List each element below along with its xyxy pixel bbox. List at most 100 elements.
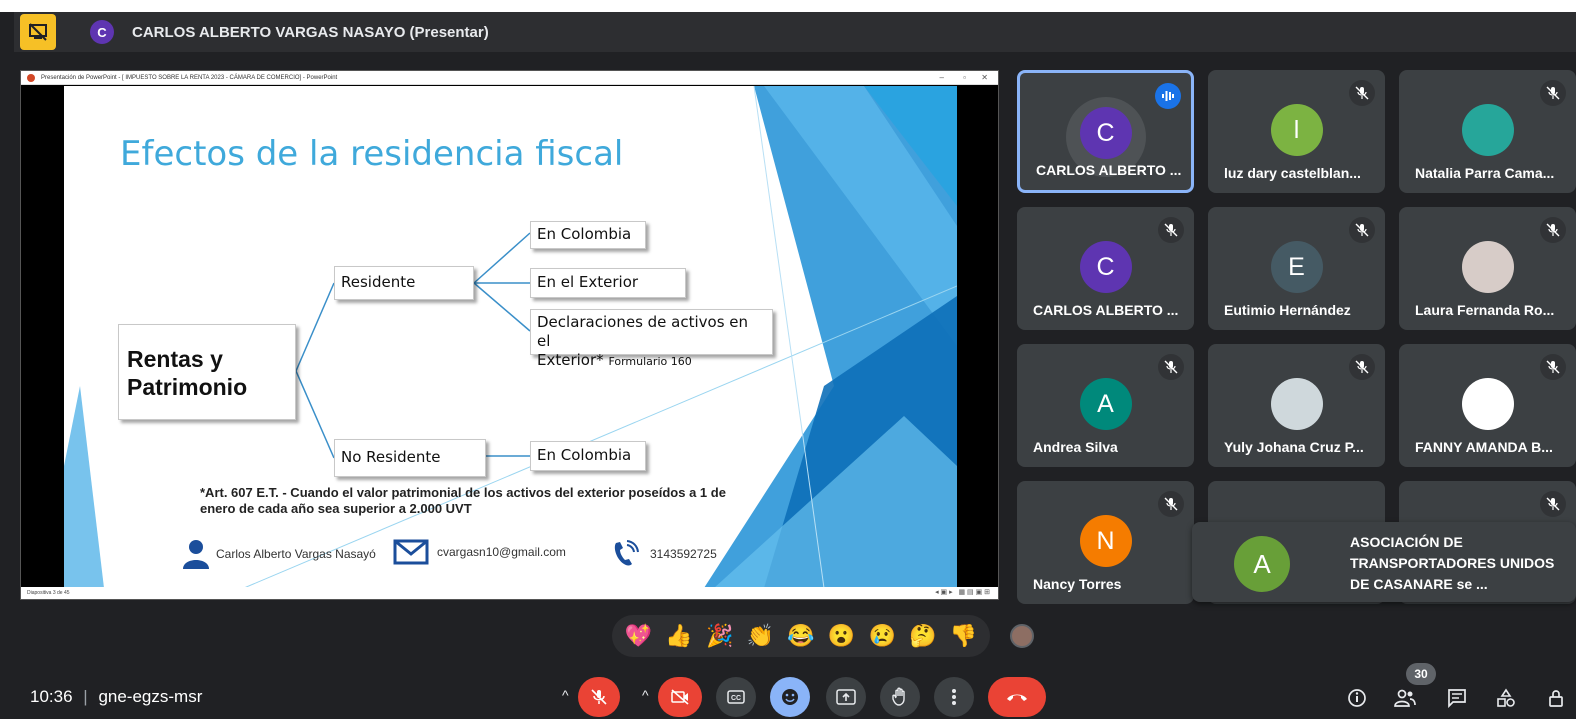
mic-off-icon	[1158, 491, 1184, 517]
avatar: N	[1079, 515, 1132, 567]
emoji-icon	[782, 689, 798, 705]
participant-name: luz dary castelblan...	[1224, 165, 1361, 181]
reaction-emoji[interactable]: 😂	[787, 623, 814, 649]
participant-tile[interactable]: l luz dary castelblan...	[1208, 70, 1385, 193]
reaction-emoji[interactable]: 👍	[665, 623, 692, 649]
stop-presenting-icon[interactable]	[20, 14, 56, 50]
lock-person-icon	[1549, 690, 1563, 707]
meeting-details-button[interactable]	[1344, 685, 1370, 711]
powerpoint-icon	[27, 74, 35, 82]
avatar: C	[1079, 241, 1132, 293]
box-no-residente: No Residente	[334, 439, 486, 477]
participant-tile[interactable]: Natalia Parra Cama...	[1399, 70, 1576, 193]
box-declaraciones-line2: Exterior*	[537, 351, 604, 369]
mic-toggle-button[interactable]	[578, 677, 620, 717]
activities-icon	[1497, 688, 1515, 707]
box-declaraciones-formulario: Formulario 160	[608, 355, 692, 368]
envelope-icon	[393, 539, 429, 565]
box-residente: Residente	[334, 266, 474, 300]
more-vert-icon	[952, 689, 956, 705]
reactions-button[interactable]	[770, 677, 810, 717]
avatar: l	[1270, 104, 1323, 156]
avatar: A	[1079, 378, 1132, 430]
phone-icon	[614, 540, 639, 566]
participant-name: Yuly Johana Cruz P...	[1224, 439, 1364, 455]
participant-tile[interactable]: FANNY AMANDA B...	[1399, 344, 1576, 467]
contact-phone: 3143592725	[610, 539, 717, 569]
captions-button[interactable]: CC	[716, 677, 756, 717]
avatar-photo	[1270, 378, 1323, 430]
meeting-code: gne-egzs-msr	[98, 687, 203, 706]
participant-tile[interactable]: C CARLOS ALBERTO ...	[1017, 70, 1194, 193]
slide-footnote: *Art. 607 E.T. - Cuando el valor patrimo…	[200, 485, 726, 516]
participant-tile[interactable]: A Andrea Silva	[1017, 344, 1194, 467]
video-options-chevron-icon[interactable]: ^	[642, 687, 649, 703]
slide-counter: Diapositiva 3 de 45	[27, 590, 70, 596]
contact-name-text: Carlos Alberto Vargas Nasayó	[216, 547, 376, 561]
slide: Efectos de la residencia fiscal Rentas y…	[64, 86, 957, 588]
people-icon	[1394, 689, 1416, 707]
clock: 10:36	[30, 687, 73, 706]
reaction-emoji[interactable]: 👎	[950, 623, 977, 649]
participant-name: CARLOS ALBERTO ...	[1033, 302, 1179, 318]
avatar-logo	[1461, 378, 1514, 430]
hang-up-icon	[1007, 694, 1027, 701]
host-controls-button[interactable]	[1544, 685, 1570, 711]
raise-hand-button[interactable]	[880, 677, 920, 717]
camera-off-icon	[671, 689, 689, 705]
window-top-strip	[0, 0, 1576, 12]
reaction-emoji[interactable]: 💖	[625, 623, 652, 649]
mic-off-icon	[1540, 354, 1566, 380]
participant-name: Nancy Torres	[1033, 576, 1122, 592]
contact-email-text: cvargasn10@gmail.com	[437, 545, 566, 559]
ppt-status-bar: Diapositiva 3 de 45 ◂ ▣ ▸ ▦ ▤ ▣ ⊞	[21, 587, 998, 599]
notification-text: ASOCIACIÓN DE TRANSPORTADORES UNIDOS DE …	[1350, 534, 1555, 592]
participant-count-badge: 30	[1406, 663, 1436, 685]
box-en-colombia-2: En Colombia	[530, 441, 646, 471]
mic-off-icon	[1540, 491, 1566, 517]
slide-title: Efectos de la residencia fiscal	[120, 134, 624, 174]
hand-icon	[892, 687, 905, 706]
chat-button[interactable]	[1444, 685, 1470, 711]
avatar: C	[1079, 107, 1132, 159]
box-rentas-patrimonio: Rentas y Patrimonio	[118, 324, 296, 420]
reaction-emoji[interactable]: 🤔	[909, 623, 936, 649]
svg-text:CC: CC	[731, 695, 741, 702]
mic-off-icon	[591, 689, 607, 705]
avatar-photo	[1461, 241, 1514, 293]
reaction-emoji[interactable]: 👏	[747, 623, 774, 649]
box-en-el-exterior: En el Exterior	[530, 268, 686, 298]
skin-tone-selector[interactable]	[1010, 624, 1034, 648]
present-button[interactable]	[826, 677, 866, 717]
speaking-indicator-icon	[1155, 83, 1181, 109]
participant-name: Laura Fernanda Ro...	[1415, 302, 1555, 318]
reaction-emoji[interactable]: 😮	[828, 623, 855, 649]
activities-button[interactable]	[1493, 685, 1519, 711]
participant-name: CARLOS ALBERTO ...	[1036, 162, 1182, 178]
presenter-bar: C CARLOS ALBERTO VARGAS NASAYO (Presenta…	[14, 12, 1576, 52]
notification-avatar: A	[1234, 536, 1290, 592]
camera-toggle-button[interactable]	[658, 677, 702, 717]
participant-tile[interactable]: C CARLOS ALBERTO ...	[1017, 207, 1194, 330]
mic-off-icon	[1540, 80, 1566, 106]
participant-tile[interactable]: N Nancy Torres	[1017, 481, 1194, 604]
audio-options-chevron-icon[interactable]: ^	[562, 687, 569, 703]
people-button[interactable]	[1392, 685, 1418, 711]
join-notification: A ASOCIACIÓN DE TRANSPORTADORES UNIDOS D…	[1192, 522, 1576, 602]
leave-call-button[interactable]	[988, 677, 1046, 717]
contact-phone-text: 3143592725	[650, 547, 717, 561]
participant-tile[interactable]: Laura Fernanda Ro...	[1399, 207, 1576, 330]
mic-off-icon	[1349, 80, 1375, 106]
avatar: E	[1270, 241, 1323, 293]
more-options-button[interactable]	[934, 677, 974, 717]
mic-off-icon	[1349, 354, 1375, 380]
mic-off-icon	[1158, 354, 1184, 380]
participant-tile[interactable]: E Eutimio Hernández	[1208, 207, 1385, 330]
mic-off-icon	[1540, 217, 1566, 243]
participant-name: Natalia Parra Cama...	[1415, 165, 1555, 181]
meeting-info: 10:36 | gne-egzs-msr	[30, 687, 202, 707]
reaction-emoji[interactable]: 🎉	[706, 623, 733, 649]
participant-tile[interactable]: Yuly Johana Cruz P...	[1208, 344, 1385, 467]
reaction-emoji[interactable]: 😢	[869, 623, 896, 649]
participant-name: Eutimio Hernández	[1224, 302, 1351, 318]
